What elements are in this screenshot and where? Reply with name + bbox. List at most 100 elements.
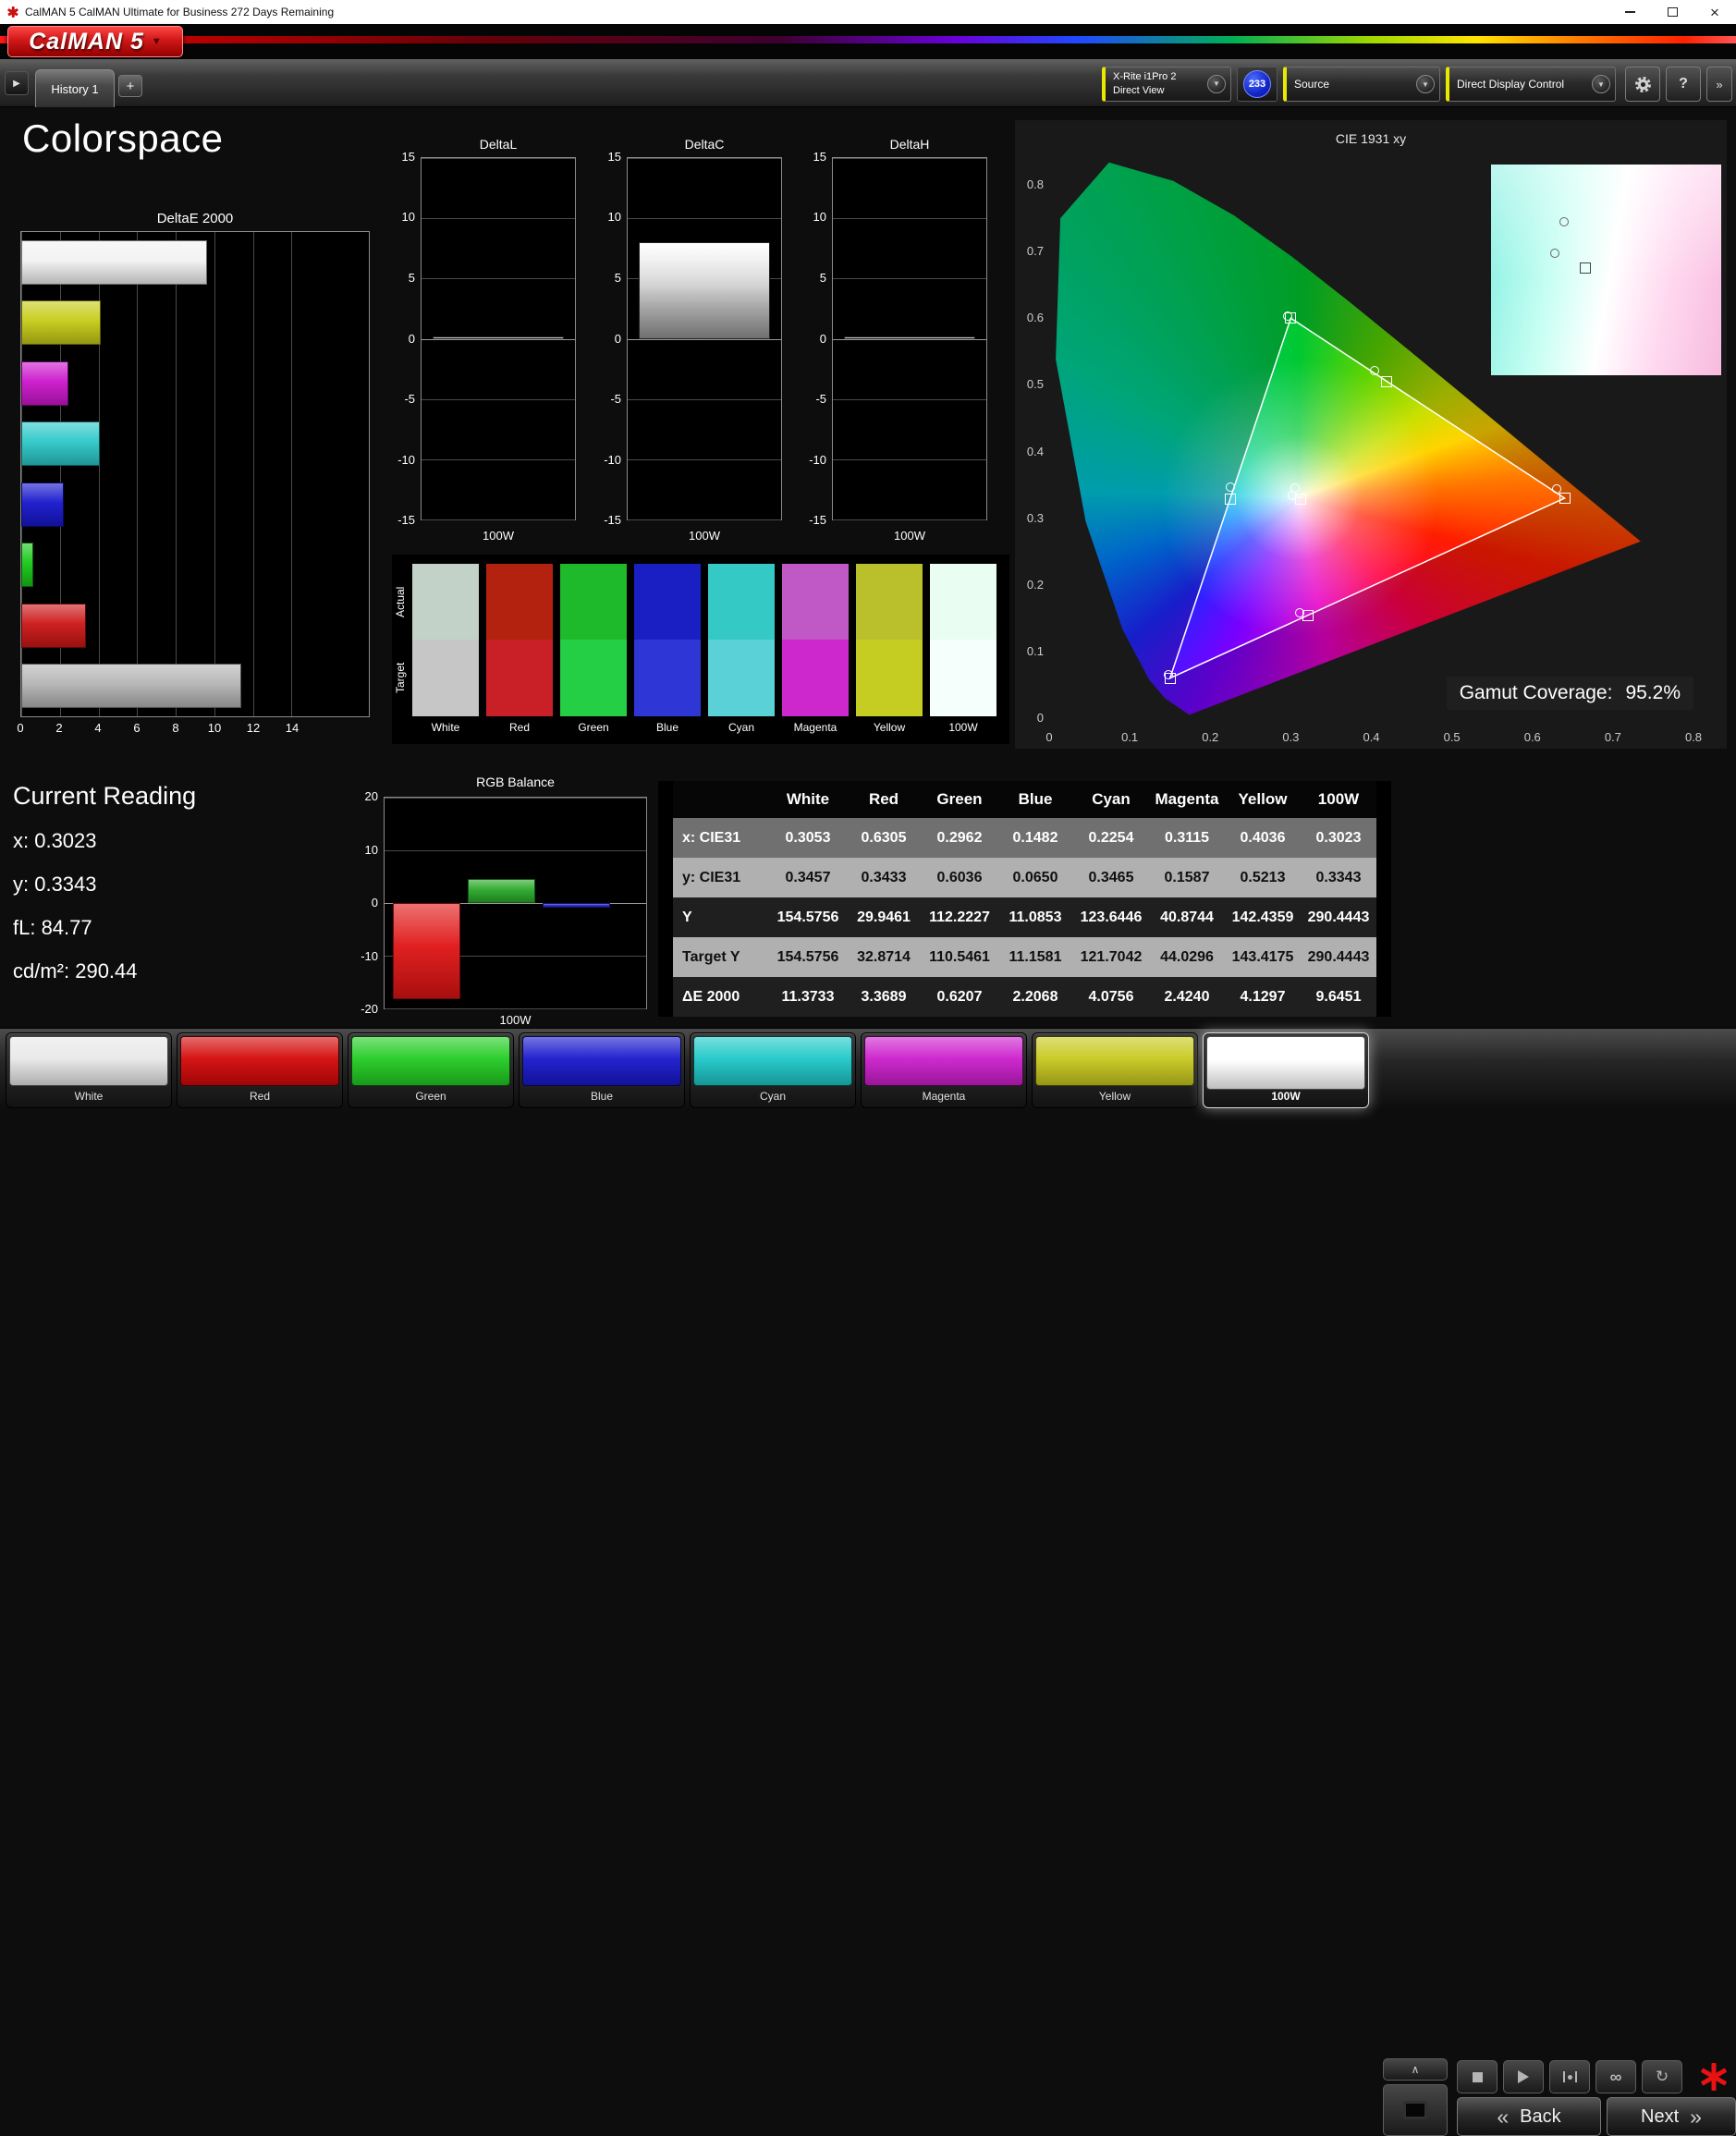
- deltae-bar-red: [21, 603, 87, 648]
- help-button[interactable]: ?: [1666, 67, 1701, 102]
- y-tick-label: -5: [610, 391, 621, 406]
- continuous-read-button[interactable]: [1549, 2060, 1590, 2093]
- gridline: [422, 278, 575, 280]
- titlebar: CalMAN 5 CalMAN Ultimate for Business 27…: [0, 0, 1736, 24]
- loop-read-button[interactable]: ∞: [1595, 2060, 1636, 2093]
- bar-row: [21, 300, 369, 346]
- tab-history-1[interactable]: History 1: [35, 69, 115, 107]
- y-tick-label: -10: [604, 452, 621, 467]
- x-axis-label: 100W: [689, 529, 720, 543]
- deltae-bar-green: [21, 543, 33, 588]
- display-control-dropdown[interactable]: Direct Display Control ▼: [1446, 67, 1616, 102]
- table-cell: 0.1587: [1164, 869, 1210, 885]
- gridline: [628, 458, 781, 460]
- y-tick-label: -15: [604, 513, 621, 527]
- color-button-100w[interactable]: 100W: [1203, 1032, 1369, 1108]
- panel-expand-button[interactable]: »: [1706, 67, 1732, 102]
- color-chip: [864, 1036, 1023, 1086]
- table-col-magenta: Magenta: [1149, 781, 1225, 818]
- calman-spark-button[interactable]: [1693, 2058, 1734, 2095]
- back-button[interactable]: « Back: [1457, 2097, 1601, 2136]
- color-button-green[interactable]: Green: [348, 1032, 514, 1108]
- table-cell: 0.3343: [1315, 869, 1362, 885]
- x-tick-label: 2: [55, 721, 63, 735]
- rainbow-stripe: [0, 36, 1736, 43]
- chevron-down-icon: ▼: [1207, 75, 1226, 93]
- calman-logo[interactable]: CalMAN 5 ▼: [7, 26, 183, 57]
- color-button-cyan[interactable]: Cyan: [690, 1032, 856, 1108]
- color-button-magenta[interactable]: Magenta: [861, 1032, 1027, 1108]
- actual-row-label: Actual: [394, 586, 407, 617]
- gridline: [422, 519, 575, 520]
- x-tick-label: 0.2: [1202, 730, 1219, 744]
- dot-icon: [1567, 2074, 1572, 2080]
- gridline: [628, 158, 781, 159]
- y-axis: 15 10 5 0 -5 -10 -15: [593, 150, 621, 527]
- minimize-button[interactable]: [1608, 0, 1651, 24]
- cie-inset: [1491, 165, 1721, 375]
- read-button[interactable]: [1503, 2060, 1544, 2093]
- y-tick-label: 0: [614, 331, 621, 346]
- color-button-blue[interactable]: Blue: [519, 1032, 685, 1108]
- swatch-actual: [412, 564, 479, 640]
- stop-icon: [1472, 2071, 1483, 2082]
- table-cell: 0.2962: [936, 829, 983, 846]
- swatch-actual: [782, 564, 849, 640]
- deltaL-bar-100w: [433, 336, 564, 339]
- toolbar: ▶ History 1 + X-Rite i1Pro 2 Direct View…: [0, 59, 1736, 107]
- next-button[interactable]: Next »: [1607, 2097, 1736, 2136]
- table-cell: 0.6207: [936, 988, 983, 1005]
- window-title: CalMAN 5 CalMAN Ultimate for Business 27…: [25, 6, 335, 18]
- measured-point-blue: [1164, 670, 1174, 680]
- table-cell: 290.4443: [1307, 948, 1370, 965]
- chevron-down-icon: ▼: [1416, 75, 1435, 93]
- bar-row: [21, 664, 369, 709]
- table-cell: 0.1482: [1012, 829, 1058, 846]
- swatch-target: [708, 640, 775, 716]
- bar-row: [21, 603, 369, 648]
- table-cell: 154.5756: [776, 909, 839, 925]
- swatch-actual: [930, 564, 996, 640]
- display-pattern-button[interactable]: [1383, 2084, 1448, 2136]
- swatch-grid: White Red Green Blue Cyan Magenta Yellow 100W: [412, 564, 996, 735]
- swatch-cyan: Cyan: [708, 564, 775, 735]
- color-button-label: Green: [415, 1090, 446, 1103]
- y-tick-label: 10: [401, 210, 415, 225]
- sidebar-toggle-button[interactable]: ▶: [5, 71, 29, 95]
- color-button-red[interactable]: Red: [177, 1032, 343, 1108]
- settings-button[interactable]: [1625, 67, 1660, 102]
- refresh-button[interactable]: ↻: [1642, 2060, 1682, 2093]
- deltae-bar-white: [21, 664, 241, 709]
- meter-dropdown[interactable]: X-Rite i1Pro 2 Direct View ▼: [1102, 67, 1231, 102]
- x-tick-label: 6: [133, 721, 141, 735]
- table-cell: 290.4443: [1307, 909, 1370, 925]
- meter-status[interactable]: 233: [1237, 67, 1278, 102]
- swatch-100w: 100W: [930, 564, 996, 735]
- source-dropdown[interactable]: Source ▼: [1283, 67, 1440, 102]
- swatch-target: [782, 640, 849, 716]
- y-tick-label: 10: [364, 842, 378, 857]
- gridline: [833, 458, 986, 460]
- calman-window: CalMAN 5 CalMAN Ultimate for Business 27…: [0, 0, 1736, 2136]
- color-button-white[interactable]: White: [6, 1032, 172, 1108]
- color-chip: [693, 1036, 852, 1086]
- gridline: [833, 398, 986, 400]
- add-tab-button[interactable]: +: [118, 75, 142, 97]
- y-tick-label: 5: [408, 270, 415, 285]
- x-tick-label: 0.4: [1363, 730, 1380, 744]
- stop-button[interactable]: [1457, 2060, 1498, 2093]
- color-button-label: White: [74, 1090, 104, 1103]
- swatch-target: [412, 640, 479, 716]
- color-button-yellow[interactable]: Yellow: [1032, 1032, 1198, 1108]
- maximize-button[interactable]: [1651, 0, 1693, 24]
- row-label: Y: [682, 909, 692, 925]
- reading-x: x: 0.3023: [13, 829, 97, 852]
- close-button[interactable]: ×: [1693, 0, 1736, 24]
- bar-row: [21, 239, 369, 285]
- gridline: [833, 158, 986, 159]
- gridline: [422, 398, 575, 400]
- help-icon: ?: [1679, 76, 1688, 92]
- y-tick-label: 0.2: [1026, 577, 1044, 592]
- panel-collapse-button[interactable]: ∧: [1383, 2058, 1448, 2081]
- table-cell: 123.6446: [1080, 909, 1143, 925]
